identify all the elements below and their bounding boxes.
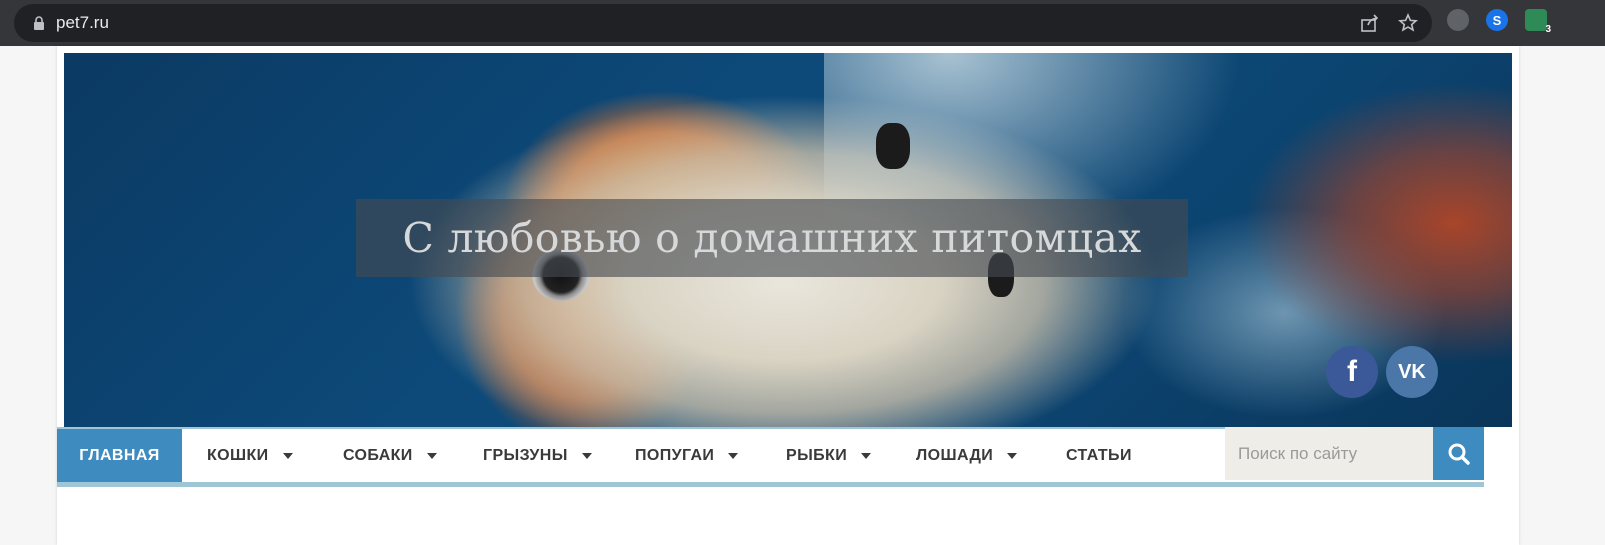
nav-item-parrots[interactable]: ПОПУГАИ xyxy=(635,429,739,482)
vk-icon: VK xyxy=(1398,360,1426,383)
nav-item-home[interactable]: ГЛАВНАЯ xyxy=(57,429,182,482)
nav-item-label: ПОПУГАИ xyxy=(635,446,715,464)
nav-bottom-border xyxy=(57,482,1484,487)
address-bar[interactable]: pet7.ru xyxy=(14,4,1432,42)
nav-item-cats[interactable]: КОШКИ xyxy=(207,429,293,482)
extension-icon[interactable] xyxy=(1447,9,1469,31)
extension-badge: 3 xyxy=(1545,24,1551,35)
header-banner: С любовью о домашних питомцах f VK xyxy=(64,53,1512,427)
caret-down-icon xyxy=(426,452,437,459)
facebook-icon: f xyxy=(1347,355,1357,388)
fish-spot-decoration xyxy=(876,123,910,169)
search-input[interactable] xyxy=(1225,427,1433,480)
shazam-extension-icon[interactable]: S xyxy=(1486,9,1508,31)
nav-item-label: КОШКИ xyxy=(207,446,269,464)
lock-icon[interactable] xyxy=(32,16,46,30)
nav-item-fish[interactable]: РЫБКИ xyxy=(786,429,872,482)
nav-item-rodents[interactable]: ГРЫЗУНЫ xyxy=(483,429,592,482)
caret-down-icon xyxy=(581,452,592,459)
site-title-box: С любовью о домашних питомцах xyxy=(356,199,1188,277)
shield-extension-icon[interactable]: 3 xyxy=(1525,9,1551,35)
nav-item-label: РЫБКИ xyxy=(786,446,848,464)
nav-item-dogs[interactable]: СОБАКИ xyxy=(343,429,437,482)
site-title[interactable]: С любовью о домашних питомцах xyxy=(402,214,1141,262)
nav-item-label: ЛОШАДИ xyxy=(916,446,994,464)
nav-item-horses[interactable]: ЛОШАДИ xyxy=(916,429,1018,482)
facebook-button[interactable]: f xyxy=(1326,346,1378,398)
nav-item-label: ГРЫЗУНЫ xyxy=(483,446,568,464)
search-button[interactable] xyxy=(1433,427,1484,480)
caret-down-icon xyxy=(728,452,739,459)
caret-down-icon xyxy=(1007,452,1018,459)
nav-item-label: СОБАКИ xyxy=(343,446,413,464)
search-icon xyxy=(1448,443,1470,465)
nav-item-label: ГЛАВНАЯ xyxy=(79,446,160,464)
caret-down-icon xyxy=(282,452,293,459)
share-icon[interactable] xyxy=(1360,13,1380,33)
browser-toolbar: pet7.ru S 3 xyxy=(0,0,1605,46)
caret-down-icon xyxy=(861,452,872,459)
nav-item-articles[interactable]: СТАТЬИ xyxy=(1066,429,1132,482)
shazam-glyph: S xyxy=(1492,12,1502,28)
url-text[interactable]: pet7.ru xyxy=(56,13,109,33)
nav-item-label: СТАТЬИ xyxy=(1066,446,1132,464)
bookmark-star-icon[interactable] xyxy=(1398,13,1418,33)
page-container: С любовью о домашних питомцах f VK ГЛАВН… xyxy=(57,46,1519,545)
vk-button[interactable]: VK xyxy=(1386,346,1438,398)
